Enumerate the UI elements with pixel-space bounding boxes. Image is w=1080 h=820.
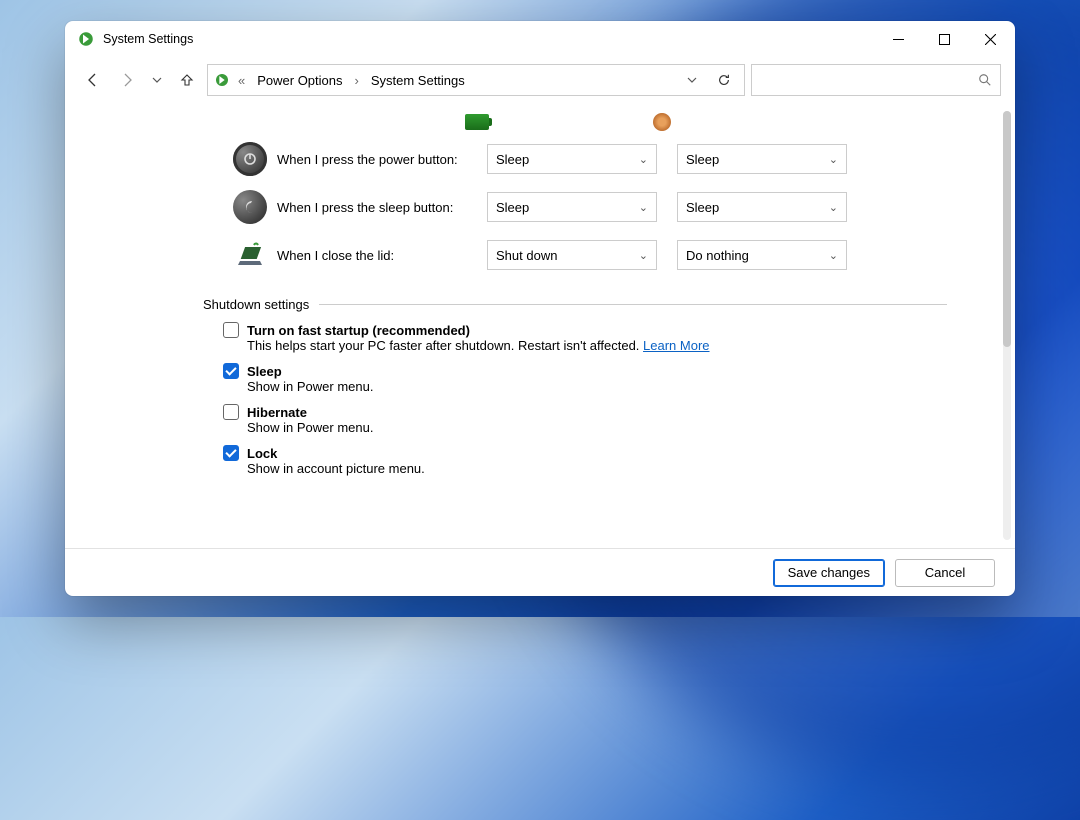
maximize-button[interactable]: [921, 23, 967, 55]
chevron-down-icon: ⌄: [639, 153, 648, 166]
footer: Save changes Cancel: [65, 548, 1015, 596]
dropdown-value: Sleep: [686, 200, 719, 215]
up-button[interactable]: [173, 65, 201, 95]
history-dropdown[interactable]: [147, 65, 167, 95]
hibernate-title: Hibernate: [247, 405, 307, 420]
close-lid-battery-dropdown[interactable]: Shut down ⌄: [487, 240, 657, 270]
shutdown-settings-header: Shutdown settings: [203, 297, 987, 312]
search-icon: [978, 73, 992, 87]
save-changes-button[interactable]: Save changes: [773, 559, 885, 587]
refresh-button[interactable]: [710, 66, 738, 94]
power-options-icon: [77, 30, 95, 48]
sleep-checkbox[interactable]: [223, 363, 239, 379]
learn-more-link[interactable]: Learn More: [643, 338, 709, 353]
chevron-down-icon: ⌄: [829, 249, 838, 262]
moon-icon: [233, 190, 267, 224]
close-lid-plugged-dropdown[interactable]: Do nothing ⌄: [677, 240, 847, 270]
dropdown-value: Sleep: [686, 152, 719, 167]
fast-startup-checkbox[interactable]: [223, 322, 239, 338]
sleep-button-label: When I press the sleep button:: [277, 200, 487, 215]
lock-title: Lock: [247, 446, 277, 461]
power-icon: [233, 142, 267, 176]
sleep-subtitle: Show in Power menu.: [247, 379, 987, 394]
chevron-down-icon[interactable]: [678, 66, 706, 94]
address-bar[interactable]: « Power Options › System Settings: [207, 64, 745, 96]
column-headers: [383, 109, 753, 135]
close-button[interactable]: [967, 23, 1013, 55]
lock-option: Lock Show in account picture menu.: [223, 445, 987, 476]
breadcrumb-power-options[interactable]: Power Options: [253, 71, 346, 90]
power-button-label: When I press the power button:: [277, 152, 487, 167]
navigation-row: « Power Options › System Settings: [65, 57, 1015, 103]
dropdown-value: Sleep: [496, 152, 529, 167]
hibernate-subtitle: Show in Power menu.: [247, 420, 987, 435]
fast-startup-subtitle: This helps start your PC faster after sh…: [247, 338, 643, 353]
sleep-title: Sleep: [247, 364, 282, 379]
close-lid-label: When I close the lid:: [277, 248, 487, 263]
chevron-down-icon: ⌄: [639, 249, 648, 262]
vertical-scrollbar[interactable]: [1003, 111, 1011, 540]
dropdown-value: Sleep: [496, 200, 529, 215]
fast-startup-option: Turn on fast startup (recommended) This …: [223, 322, 987, 353]
back-button[interactable]: [79, 65, 107, 95]
chevron-right-icon: ›: [351, 71, 363, 90]
plugged-in-icon: [653, 113, 671, 131]
forward-button[interactable]: [113, 65, 141, 95]
sleep-option: Sleep Show in Power menu.: [223, 363, 987, 394]
power-options-icon: [214, 72, 230, 88]
chevron-down-icon: ⌄: [639, 201, 648, 214]
window-title: System Settings: [103, 32, 193, 46]
lock-checkbox[interactable]: [223, 445, 239, 461]
fast-startup-title: Turn on fast startup (recommended): [247, 323, 470, 338]
cancel-button[interactable]: Cancel: [895, 559, 995, 587]
dropdown-value: Shut down: [496, 248, 557, 263]
breadcrumb-prefix: «: [234, 71, 249, 90]
minimize-button[interactable]: [875, 23, 921, 55]
section-title: Shutdown settings: [203, 297, 309, 312]
hibernate-checkbox[interactable]: [223, 404, 239, 420]
content-area: When I press the power button: Sleep ⌄ S…: [65, 103, 1015, 548]
sleep-button-plugged-dropdown[interactable]: Sleep ⌄: [677, 192, 847, 222]
chevron-down-icon: ⌄: [829, 201, 838, 214]
divider: [319, 304, 947, 305]
power-button-row: When I press the power button: Sleep ⌄ S…: [233, 135, 987, 183]
sleep-button-row: When I press the sleep button: Sleep ⌄ S…: [233, 183, 987, 231]
chevron-down-icon: ⌄: [829, 153, 838, 166]
laptop-lid-icon: [233, 238, 267, 272]
dropdown-value: Do nothing: [686, 248, 749, 263]
power-button-battery-dropdown[interactable]: Sleep ⌄: [487, 144, 657, 174]
sleep-button-battery-dropdown[interactable]: Sleep ⌄: [487, 192, 657, 222]
search-box[interactable]: [751, 64, 1001, 96]
breadcrumb-system-settings[interactable]: System Settings: [367, 71, 469, 90]
titlebar: System Settings: [65, 21, 1015, 57]
lock-subtitle: Show in account picture menu.: [247, 461, 987, 476]
battery-icon: [465, 114, 489, 130]
hibernate-option: Hibernate Show in Power menu.: [223, 404, 987, 435]
close-lid-row: When I close the lid: Shut down ⌄ Do not…: [233, 231, 987, 279]
power-button-plugged-dropdown[interactable]: Sleep ⌄: [677, 144, 847, 174]
window: System Settings: [65, 21, 1015, 596]
